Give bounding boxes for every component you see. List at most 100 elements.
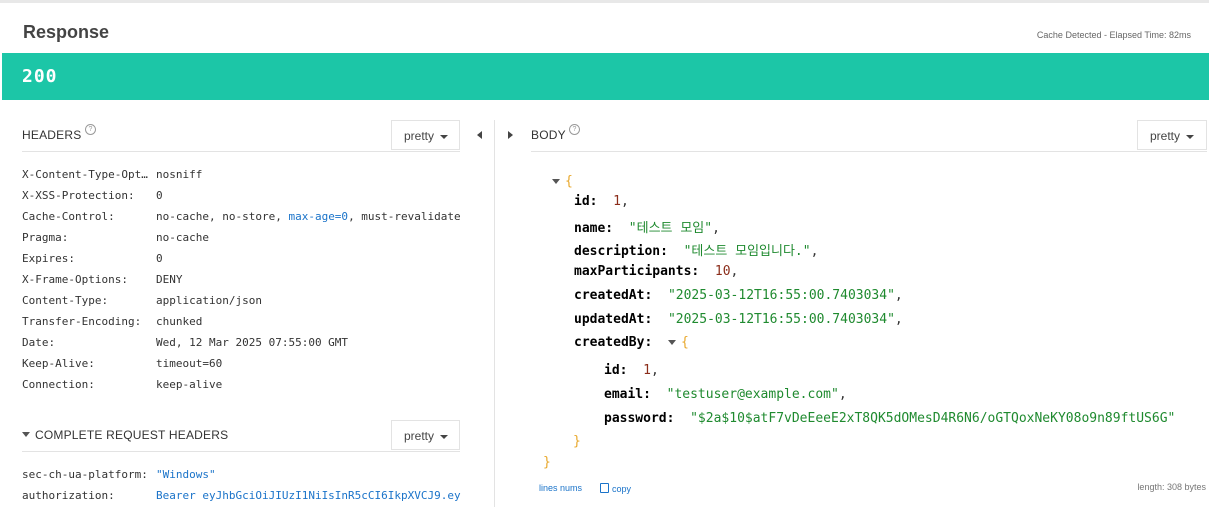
json-field-createdby-email: email: "testuser@example.com",: [604, 387, 847, 402]
json-value: "testuser@example.com": [666, 387, 839, 402]
header-row: Content-Type: application/json: [22, 294, 462, 315]
expand-right-icon[interactable]: [508, 131, 513, 139]
header-key: Expires:: [22, 252, 75, 265]
request-headers-format-dropdown[interactable]: pretty: [391, 420, 460, 450]
status-bar: 200: [2, 53, 1209, 100]
header-row: X-Content-Type-Opt… nosniff: [22, 168, 462, 189]
status-code: 200: [22, 66, 58, 87]
json-value: "2025-03-12T16:55:00.7403034": [667, 312, 895, 327]
copy-button[interactable]: copy: [600, 483, 631, 494]
request-header-key: authorization:: [22, 489, 115, 502]
json-brace: }: [543, 455, 551, 470]
header-key: Content-Type:: [22, 294, 109, 307]
json-value: "테스트 모임": [628, 221, 713, 236]
json-comma: ,: [712, 221, 720, 236]
json-key: password:: [604, 411, 675, 426]
cache-status: Cache Detected - Elapsed Time: 82ms: [1036, 30, 1191, 40]
header-key: Transfer-Encoding:: [22, 315, 142, 328]
header-value: Wed, 12 Mar 2025 07:55:00 GMT: [156, 336, 349, 349]
json-field-name: name: "테스트 모임",: [574, 217, 720, 236]
body-format-label: pretty: [1150, 129, 1181, 143]
collapse-left-icon[interactable]: [477, 131, 482, 139]
header-row: X-XSS-Protection: 0: [22, 189, 462, 210]
json-value: 1: [613, 194, 621, 209]
page-title: Response: [23, 22, 110, 42]
header-value: no-cache, no-store, max-age=0, must-reva…: [156, 210, 461, 223]
json-value: 1: [643, 363, 651, 378]
header-value-part: no-cache, no-store,: [156, 210, 289, 223]
json-key: id:: [574, 194, 598, 209]
json-key: description:: [574, 244, 668, 259]
content-length: length: 308 bytes: [1137, 482, 1206, 492]
header-row: Connection: keep-alive: [22, 378, 462, 399]
copy-icon: [600, 483, 609, 493]
panel-splitter[interactable]: [494, 120, 495, 507]
header-row: Expires: 0: [22, 252, 462, 273]
json-field-createdby-id: id: 1,: [604, 363, 659, 378]
body-format-dropdown[interactable]: pretty: [1137, 120, 1207, 150]
json-comma: ,: [620, 194, 629, 209]
json-brace: {: [565, 174, 573, 189]
tree-toggle-icon[interactable]: [552, 179, 560, 184]
request-header-value: Bearer eyJhbGciOiJIUzI1NiIsInR5cCI6IkpXV…: [156, 489, 461, 502]
json-field-createdby-password: password: "$2a$10$atF7vDeEeeE2xT8QK5dOMe…: [604, 411, 1175, 426]
json-createdby-close: }: [573, 434, 581, 449]
header-key: Keep-Alive:: [22, 357, 95, 370]
dropdown-caret-icon: [440, 134, 449, 139]
dropdown-caret-icon: [1186, 134, 1195, 139]
json-value: "테스트 모임입니다.": [683, 244, 811, 259]
headers-format-label: pretty: [404, 129, 435, 143]
header-value: no-cache: [156, 231, 209, 244]
header-value: chunked: [156, 315, 203, 328]
json-comma: ,: [730, 264, 739, 279]
help-icon[interactable]: ?: [569, 124, 580, 135]
header-key: Cache-Control:: [22, 210, 115, 223]
header-row: X-Frame-Options: DENY: [22, 273, 462, 294]
copy-label: copy: [612, 484, 632, 494]
json-field-id: id: 1,: [574, 194, 629, 209]
top-border: [0, 0, 1209, 3]
json-key: id:: [604, 363, 628, 378]
divider: [22, 151, 460, 152]
header-value: 0: [156, 189, 163, 202]
header-value-highlight: max-age=0: [288, 210, 349, 223]
json-root-close: }: [543, 455, 551, 470]
json-comma: ,: [650, 363, 659, 378]
help-icon[interactable]: ?: [85, 124, 96, 135]
json-key: createdBy:: [574, 335, 653, 350]
header-row: Cache-Control: no-cache, no-store, max-ag…: [22, 210, 462, 231]
header-row: Date: Wed, 12 Mar 2025 07:55:00 GMT: [22, 336, 462, 357]
divider: [531, 151, 1207, 152]
line-numbers-toggle[interactable]: lines nums: [539, 483, 582, 493]
header-key: X-Frame-Options:: [22, 273, 128, 286]
dropdown-caret-icon: [440, 434, 449, 439]
chevron-down-icon: [22, 432, 30, 437]
json-comma: ,: [894, 288, 903, 303]
request-headers-toggle[interactable]: COMPLETE REQUEST HEADERS: [22, 428, 228, 442]
json-comma: ,: [894, 312, 903, 327]
json-value: 10: [714, 264, 731, 279]
header-key: Pragma:: [22, 231, 69, 244]
json-field-createdby: createdBy: {: [574, 335, 689, 350]
json-root-open: {: [552, 174, 573, 189]
json-comma: ,: [838, 387, 847, 402]
request-header-row: sec-ch-ua-platform: "Windows": [22, 468, 462, 489]
json-value: "2025-03-12T16:55:00.7403034": [667, 288, 895, 303]
json-field-description: description: "테스트 모임입니다.",: [574, 240, 818, 259]
json-key: email:: [604, 387, 651, 402]
header-value: timeout=60: [156, 357, 223, 370]
header-key: Connection:: [22, 378, 95, 391]
header-value: application/json: [156, 294, 262, 307]
headers-format-dropdown[interactable]: pretty: [391, 120, 460, 150]
header-row: Keep-Alive: timeout=60: [22, 357, 462, 378]
json-field-maxparticipants: maxParticipants: 10,: [574, 264, 738, 279]
tree-toggle-icon[interactable]: [667, 340, 676, 345]
header-value: 0: [156, 252, 163, 265]
body-label: BODY: [531, 128, 566, 142]
json-key: updatedAt:: [574, 312, 653, 327]
header-key: Date:: [22, 336, 56, 349]
json-value: "$2a$10$atF7vDeEeeE2xT8QK5dOMesD4R6N6/oG…: [690, 411, 1176, 426]
json-key: createdAt:: [574, 288, 653, 303]
request-format-label: pretty: [404, 429, 435, 443]
header-key: X-XSS-Protection:: [22, 189, 135, 202]
